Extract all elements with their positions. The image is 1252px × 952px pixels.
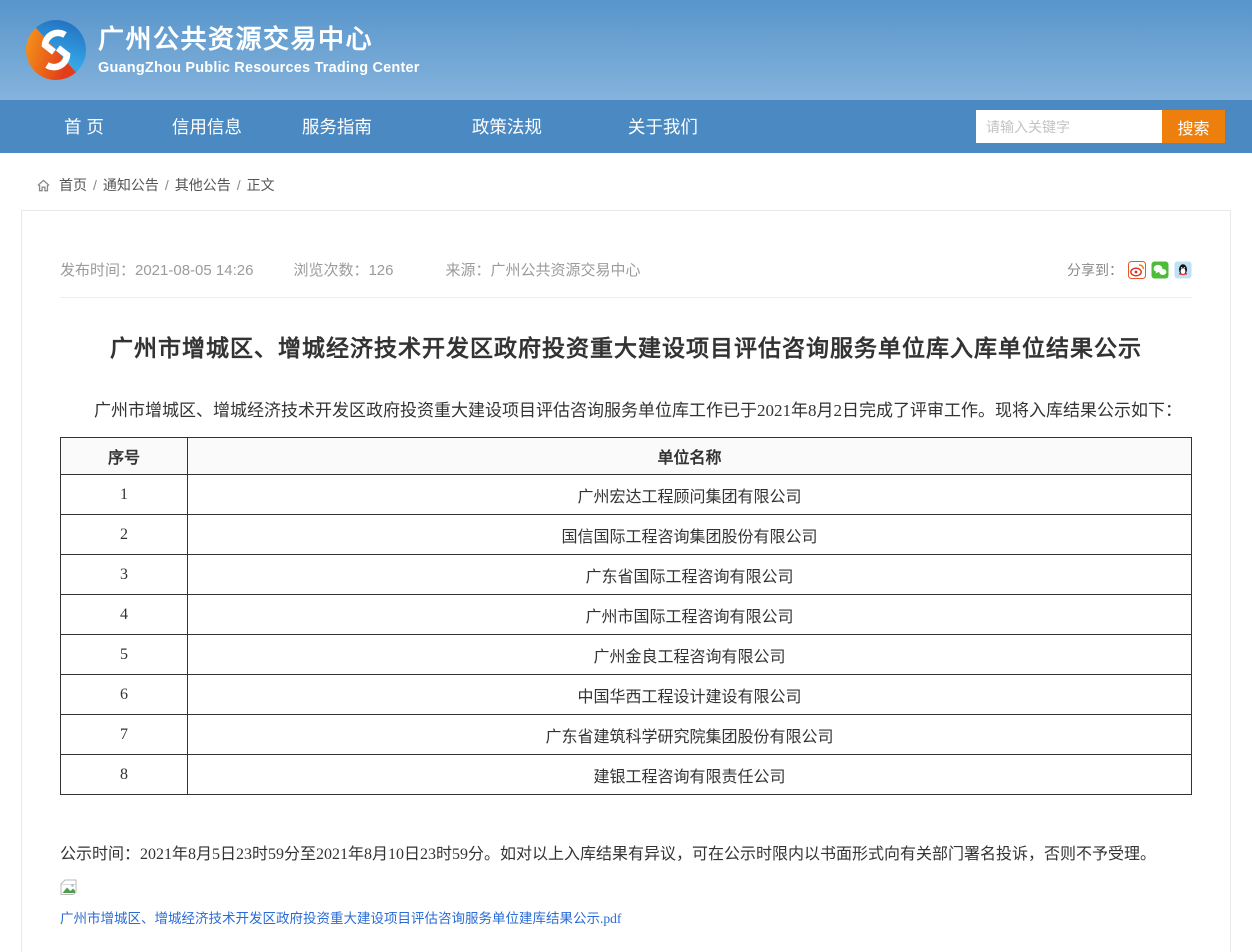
article-intro: 广州市增城区、增城经济技术开发区政府投资重大建设项目评估咨询服务单位库工作已于2…	[60, 401, 1192, 421]
page: 广州公共资源交易中心 GuangZhou Public Resources Tr…	[0, 0, 1252, 952]
search-button[interactable]: 搜索	[1162, 110, 1225, 143]
results-table: 序号 单位名称 1 广州宏达工程顾问集团有限公司 2 国信国际工程咨询集团股份有…	[60, 437, 1192, 795]
breadcrumb: 首页 / 通知公告 / 其他公告 / 正文	[0, 153, 1252, 210]
home-icon	[36, 178, 51, 193]
site-subtitle: GuangZhou Public Resources Trading Cente…	[98, 60, 420, 76]
company-name-cell: 广州市国际工程咨询有限公司	[188, 595, 1192, 635]
row-index-cell: 1	[61, 475, 188, 515]
breadcrumb-link-home[interactable]: 首页	[59, 175, 87, 195]
search-input[interactable]	[976, 110, 1162, 143]
table-row: 7 广东省建筑科学研究院集团股份有限公司	[61, 715, 1192, 755]
breadcrumb-link-notices[interactable]: 通知公告	[103, 175, 159, 195]
meta-divider	[60, 297, 1192, 298]
company-name-cell: 广东省建筑科学研究院集团股份有限公司	[188, 715, 1192, 755]
company-name-cell: 建银工程咨询有限责任公司	[188, 755, 1192, 795]
row-index-cell: 3	[61, 555, 188, 595]
table-row: 6 中国华西工程设计建设有限公司	[61, 675, 1192, 715]
publish-time: 发布时间：2021-08-05 14:26	[60, 259, 253, 280]
site-header: 广州公共资源交易中心 GuangZhou Public Resources Tr…	[0, 0, 1252, 100]
breadcrumb-link-other-notices[interactable]: 其他公告	[175, 175, 231, 195]
nav-bar: 首 页 信用信息 服务指南 政策法规 关于我们 搜索	[0, 100, 1252, 153]
share-label: 分享到：	[1067, 260, 1123, 280]
nav-item-credit-info[interactable]: 信用信息	[172, 114, 242, 139]
article-meta: 发布时间：2021-08-05 14:26 浏览次数：126 来源：广州公共资源…	[60, 259, 1192, 280]
row-index-cell: 6	[61, 675, 188, 715]
wechat-icon[interactable]	[1151, 261, 1169, 279]
table-row: 8 建银工程咨询有限责任公司	[61, 755, 1192, 795]
site-title: 广州公共资源交易中心	[98, 24, 420, 55]
view-count: 浏览次数：126	[293, 259, 393, 280]
row-index-cell: 2	[61, 515, 188, 555]
company-name-cell: 中国华西工程设计建设有限公司	[188, 675, 1192, 715]
article-title: 广州市增城区、增城经济技术开发区政府投资重大建设项目评估咨询服务单位库入库单位结…	[60, 329, 1192, 363]
company-name-cell: 国信国际工程咨询集团股份有限公司	[188, 515, 1192, 555]
notice-paragraph: 公示时间：2021年8月5日23时59分至2021年8月10日23时59分。如对…	[60, 845, 1192, 866]
table-header-row: 序号 单位名称	[61, 438, 1192, 475]
column-header-index: 序号	[61, 438, 188, 475]
article-source: 来源：广州公共资源交易中心	[445, 259, 640, 280]
row-index-cell: 7	[61, 715, 188, 755]
weibo-icon[interactable]	[1128, 261, 1146, 279]
company-name-cell: 广东省国际工程咨询有限公司	[188, 555, 1192, 595]
column-header-company-name: 单位名称	[188, 438, 1192, 475]
nav-item-home[interactable]: 首 页	[64, 114, 104, 139]
nav-item-policies[interactable]: 政策法规	[472, 114, 542, 139]
site-logo-icon[interactable]	[24, 18, 88, 82]
breadcrumb-separator: /	[165, 177, 169, 193]
breadcrumb-current: 正文	[247, 175, 275, 195]
row-index-cell: 5	[61, 635, 188, 675]
share-bar: 分享到：	[1067, 260, 1192, 280]
nav-item-service-guide[interactable]: 服务指南	[302, 114, 372, 139]
table-row: 4 广州市国际工程咨询有限公司	[61, 595, 1192, 635]
table-row: 2 国信国际工程咨询集团股份有限公司	[61, 515, 1192, 555]
breadcrumb-separator: /	[237, 177, 241, 193]
table-row: 1 广州宏达工程顾问集团有限公司	[61, 475, 1192, 515]
qq-icon[interactable]	[1174, 261, 1192, 279]
company-name-cell: 广州宏达工程顾问集团有限公司	[188, 475, 1192, 515]
table-row: 5 广州金良工程咨询有限公司	[61, 635, 1192, 675]
company-name-cell: 广州金良工程咨询有限公司	[188, 635, 1192, 675]
row-index-cell: 8	[61, 755, 188, 795]
broken-image-icon	[60, 879, 77, 896]
content-panel: 发布时间：2021-08-05 14:26 浏览次数：126 来源：广州公共资源…	[21, 210, 1231, 952]
breadcrumb-separator: /	[93, 177, 97, 193]
search-box: 搜索	[976, 110, 1225, 143]
nav-item-about-us[interactable]: 关于我们	[628, 114, 698, 139]
row-index-cell: 4	[61, 595, 188, 635]
attachment-link[interactable]: 广州市增城区、增城经济技术开发区政府投资重大建设项目评估咨询服务单位建库结果公示…	[60, 907, 621, 927]
table-row: 3 广东省国际工程咨询有限公司	[61, 555, 1192, 595]
